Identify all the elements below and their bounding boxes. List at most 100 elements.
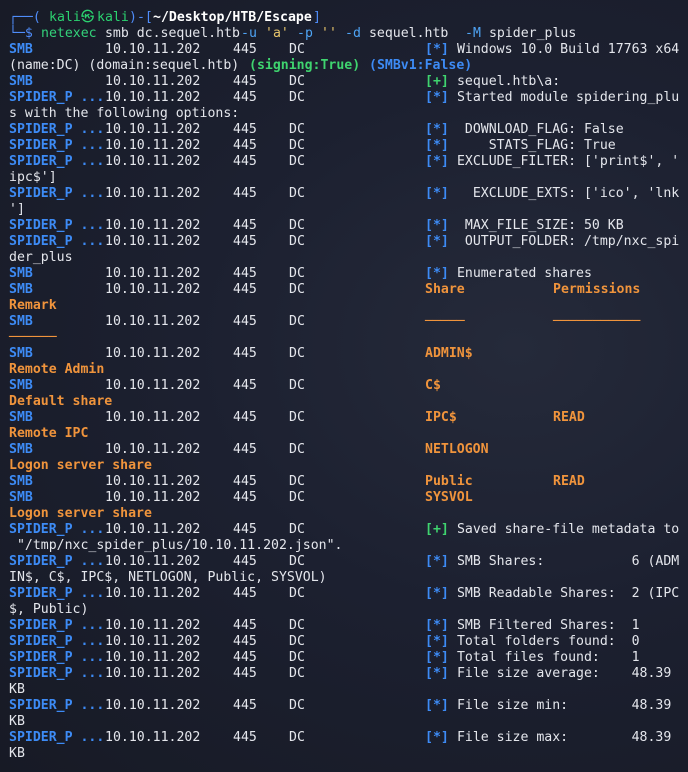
prompt-host: kali bbox=[97, 10, 129, 25]
ip-address: 10.10.11.202 bbox=[105, 650, 201, 665]
message-text: sequel.htb\a: bbox=[449, 74, 561, 89]
protocol-label: SPIDER_P ... bbox=[9, 666, 105, 681]
terminal-window[interactable]: ┌──(kali ㉿ kali)-[~/Desktop/HTB/Escape] └─… bbox=[0, 0, 688, 772]
ip-address: 10.10.11.202 bbox=[105, 474, 201, 489]
value-u: 'a' bbox=[265, 26, 289, 41]
hostname: DC bbox=[289, 618, 305, 633]
port-number: 445 bbox=[233, 346, 257, 361]
hostname: DC bbox=[289, 122, 305, 137]
command-args: smb dc.sequel.htb bbox=[97, 26, 248, 41]
message-text: MAX_FILE_SIZE: 50 KB bbox=[449, 218, 624, 233]
output-line: SMB 10.10.11.202 445 DC NETLOGON bbox=[9, 442, 688, 458]
status-marker: [+] bbox=[425, 522, 449, 537]
prompt-user: kali bbox=[49, 10, 81, 25]
message-text: DOWNLOAD_FLAG: False bbox=[449, 122, 624, 137]
message-text: EXCLUDE_FILTER: ['print$', ' bbox=[449, 154, 680, 169]
signing-label: (signing:True) bbox=[249, 58, 361, 73]
hostname: DC bbox=[289, 554, 305, 569]
status-marker: [*] bbox=[425, 650, 449, 665]
hostname: DC bbox=[289, 186, 305, 201]
wrapped-text: KB bbox=[9, 714, 25, 729]
output-line: SMB 10.10.11.202 445 DC [+] sequel.htb\a: bbox=[9, 74, 688, 90]
output-line: KB bbox=[9, 746, 688, 762]
prompt-at-symbol: ㉿ bbox=[81, 10, 95, 25]
output-line: SMB 10.10.11.202 445 DC Public READ bbox=[9, 474, 688, 490]
port-number: 445 bbox=[233, 666, 257, 681]
protocol-label: SPIDER_P ... bbox=[9, 138, 105, 153]
output-line: SPIDER_P ... 10.10.11.202 445 DC [*] EXCLUDE… bbox=[9, 186, 688, 202]
hostname: DC bbox=[289, 474, 305, 489]
share-name: IPC$ bbox=[425, 410, 457, 425]
share-permission: READ bbox=[553, 474, 585, 489]
flag-M: -M bbox=[465, 26, 481, 41]
message-text: Total files found: 1 bbox=[449, 650, 640, 665]
message-text: File size min: 48.39 bbox=[449, 698, 672, 713]
protocol-label: SMB bbox=[9, 266, 33, 281]
prompt-line-2[interactable]: └─$ netexec smb dc.sequel.htb -u 'a' -p … bbox=[9, 26, 688, 42]
message-text: EXCLUDE_EXTS: ['ico', 'lnk bbox=[449, 186, 680, 201]
hostname: DC bbox=[289, 650, 305, 665]
port-number: 445 bbox=[233, 474, 257, 489]
message-text: File size max: 48.39 bbox=[449, 730, 672, 745]
port-number: 445 bbox=[233, 218, 257, 233]
status-marker: [*] bbox=[425, 266, 449, 281]
share-remark: Logon server share bbox=[9, 458, 152, 473]
output-line: SMB 10.10.11.202 445 DC SYSVOL bbox=[9, 490, 688, 506]
hostname: DC bbox=[289, 490, 305, 505]
message-text: Total folders found: 0 bbox=[449, 634, 640, 649]
protocol-label: SPIDER_P ... bbox=[9, 186, 105, 201]
protocol-label: SPIDER_P ... bbox=[9, 698, 105, 713]
status-marker: [*] bbox=[425, 234, 449, 249]
output-line: Logon server share bbox=[9, 458, 688, 474]
message-text: Saved share-file metadata to bbox=[449, 522, 680, 537]
protocol-label: SPIDER_P ... bbox=[9, 522, 105, 537]
ip-address: 10.10.11.202 bbox=[105, 634, 201, 649]
ip-address: 10.10.11.202 bbox=[105, 42, 201, 57]
prompt-line-1: ┌──(kali ㉿ kali)-[~/Desktop/HTB/Escape] bbox=[9, 10, 688, 26]
hostname: DC bbox=[289, 378, 305, 393]
hostname: DC bbox=[289, 138, 305, 153]
message-text: Enumerated shares bbox=[449, 266, 592, 281]
ip-address: 10.10.11.202 bbox=[105, 122, 201, 137]
protocol-label: SPIDER_P ... bbox=[9, 618, 105, 633]
output-line: ────── bbox=[9, 330, 688, 346]
protocol-label: SPIDER_P ... bbox=[9, 650, 105, 665]
ip-address: 10.10.11.202 bbox=[105, 410, 201, 425]
ip-address: 10.10.11.202 bbox=[105, 74, 201, 89]
share-remark: Logon server share bbox=[9, 506, 152, 521]
output-line: SMB 10.10.11.202 445 DC [*] Enumerated share… bbox=[9, 266, 688, 282]
share-remark: Default share bbox=[9, 394, 113, 409]
output-line: (name:DC) (domain:sequel.htb) (signing:T… bbox=[9, 58, 688, 74]
protocol-label: SPIDER_P ... bbox=[9, 154, 105, 169]
output-line: Logon server share bbox=[9, 506, 688, 522]
output-line: "/tmp/nxc_spider_plus/10.10.11.202.json"… bbox=[9, 538, 688, 554]
status-marker: [*] bbox=[425, 90, 449, 105]
smbv1-label: (SMBv1:False) bbox=[369, 58, 473, 73]
ip-address: 10.10.11.202 bbox=[105, 282, 201, 297]
hostname: DC bbox=[289, 266, 305, 281]
ip-address: 10.10.11.202 bbox=[105, 186, 201, 201]
value-p: '' bbox=[321, 26, 337, 41]
ip-address: 10.10.11.202 bbox=[105, 490, 201, 505]
status-marker: [+] bbox=[425, 74, 449, 89]
port-number: 445 bbox=[233, 442, 257, 457]
ip-address: 10.10.11.202 bbox=[105, 554, 201, 569]
port-number: 445 bbox=[233, 282, 257, 297]
share-permission: READ bbox=[553, 410, 585, 425]
hostname: DC bbox=[289, 586, 305, 601]
status-marker: [*] bbox=[425, 138, 449, 153]
output-line: SPIDER_P ... 10.10.11.202 445 DC [*] File si… bbox=[9, 730, 688, 746]
status-marker: [*] bbox=[425, 666, 449, 681]
ip-address: 10.10.11.202 bbox=[105, 522, 201, 537]
hostname: DC bbox=[289, 154, 305, 169]
output-line: SPIDER_P ... 10.10.11.202 445 DC [*] MAX_FIL… bbox=[9, 218, 688, 234]
ip-address: 10.10.11.202 bbox=[105, 666, 201, 681]
status-marker: [*] bbox=[425, 730, 449, 745]
protocol-label: SMB bbox=[9, 74, 33, 89]
protocol-label: SMB bbox=[9, 442, 33, 457]
port-number: 445 bbox=[233, 650, 257, 665]
ip-address: 10.10.11.202 bbox=[105, 266, 201, 281]
port-number: 445 bbox=[233, 618, 257, 633]
protocol-label: SPIDER_P ... bbox=[9, 730, 105, 745]
hostname: DC bbox=[289, 234, 305, 249]
